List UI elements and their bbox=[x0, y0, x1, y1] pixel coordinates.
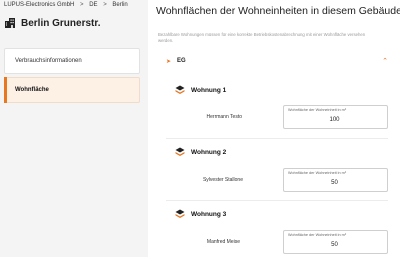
unit-title: Wohnung 1 bbox=[191, 86, 227, 94]
unit-header: Wohnung 1 bbox=[175, 85, 226, 95]
floor-header[interactable]: ➤ EG ⌃ bbox=[166, 57, 388, 65]
main-content: Wohnflächen der Wohneinheiten in diesem … bbox=[148, 0, 400, 257]
area-field[interactable]: Wohnfläche der Wohneinheit in m² 50 bbox=[283, 230, 388, 254]
breadcrumb-city[interactable]: Berlin bbox=[112, 2, 127, 8]
area-field-label: Wohnfläche der Wohneinheit in m² bbox=[288, 108, 347, 112]
breadcrumb-country[interactable]: DE bbox=[89, 2, 97, 8]
building-header: Berlin Grunerstr. bbox=[4, 17, 100, 29]
breadcrumb-company[interactable]: LUPUS-Electronics GmbH bbox=[4, 2, 74, 8]
area-field-label: Wohnfläche der Wohneinheit in m² bbox=[288, 171, 347, 175]
breadcrumb-separator: > bbox=[103, 2, 107, 8]
floor-stack-icon bbox=[175, 147, 185, 156]
sidebar-item-label: Verbrauchsinformationen bbox=[15, 58, 82, 64]
breadcrumb-separator: > bbox=[80, 2, 84, 8]
sidebar: LUPUS-Electronics GmbH > DE > Berlin Ber… bbox=[0, 0, 148, 257]
chevron-up-icon[interactable]: ⌃ bbox=[382, 57, 388, 65]
hint-text: Bezahlbare Wohnungen müssen für eine kor… bbox=[158, 32, 366, 43]
sidebar-item-wohnflaeche[interactable]: Wohnfläche bbox=[4, 77, 140, 103]
unit-title: Wohnung 3 bbox=[191, 210, 227, 218]
area-field-value[interactable]: 100 bbox=[282, 117, 387, 123]
sidebar-item-label: Wohnfläche bbox=[15, 87, 49, 93]
area-field-label: Wohnfläche der Wohneinheit in m² bbox=[288, 233, 347, 237]
floor-arrow-icon: ➤ bbox=[166, 58, 172, 65]
floor-stack-icon bbox=[175, 85, 185, 94]
area-field[interactable]: Wohnfläche der Wohneinheit in m² 50 bbox=[283, 168, 388, 192]
unit-header: Wohnung 2 bbox=[175, 147, 226, 157]
sidebar-item-verbrauchsinformationen[interactable]: Verbrauchsinformationen bbox=[4, 48, 140, 74]
area-field-value[interactable]: 50 bbox=[282, 180, 387, 186]
divider bbox=[166, 138, 388, 139]
unit-title: Wohnung 2 bbox=[191, 148, 227, 156]
area-field-value[interactable]: 50 bbox=[282, 242, 387, 248]
floor-stack-icon bbox=[175, 209, 185, 218]
floor-label: EG bbox=[177, 58, 186, 64]
tenant-name: Manfred Meise bbox=[206, 239, 240, 245]
building-title: Berlin Grunerstr. bbox=[21, 17, 101, 29]
tenant-name: Sylvester Stallone bbox=[202, 177, 243, 183]
breadcrumb: LUPUS-Electronics GmbH > DE > Berlin bbox=[4, 2, 128, 8]
building-icon bbox=[5, 18, 15, 28]
tenant-name: Herrmann Testo bbox=[206, 114, 242, 120]
divider bbox=[166, 200, 388, 201]
unit-header: Wohnung 3 bbox=[175, 209, 226, 219]
area-field[interactable]: Wohnfläche der Wohneinheit in m² 100 bbox=[283, 105, 388, 129]
page-title: Wohnflächen der Wohneinheiten in diesem … bbox=[156, 5, 400, 17]
